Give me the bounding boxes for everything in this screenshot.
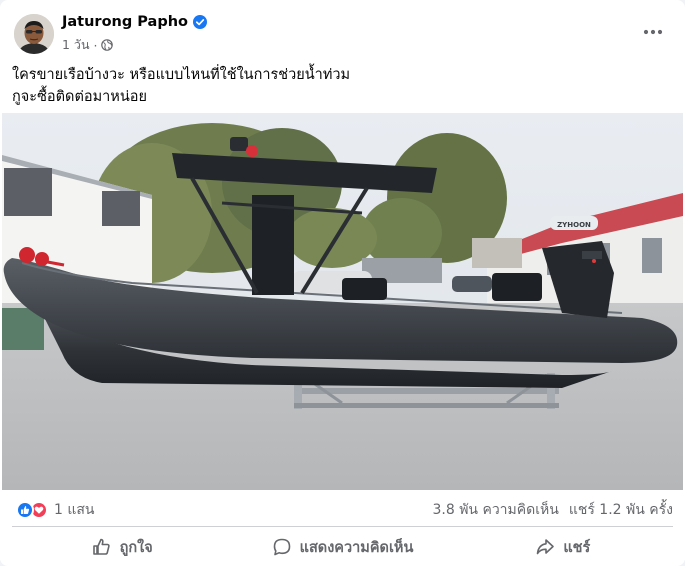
post-header: Jaturong Papho 1 วัน · xyxy=(12,12,673,56)
share-icon xyxy=(537,539,555,555)
meta-separator: · xyxy=(93,37,98,53)
post-text-line: กูจะซื้อติดต่อมาหน่อย xyxy=(12,89,147,105)
thumbs-up-icon xyxy=(92,538,110,555)
post-meta: 1 วัน · xyxy=(62,35,114,55)
post-actions: ถูกใจ แสดงความคิดเห็น แชร์ xyxy=(12,530,673,564)
reactions-summary[interactable]: 1 แสน xyxy=(16,499,95,521)
photo-watermark: ZYHOON xyxy=(557,221,591,229)
post-card: Jaturong Papho 1 วัน · ใครขายเรือบ้างวะ … xyxy=(0,0,685,566)
more-options-button[interactable] xyxy=(637,16,669,48)
comment-button-label: แสดงความคิดเห็น xyxy=(299,539,414,556)
author-name-text[interactable]: Jaturong Papho xyxy=(62,14,188,30)
share-button-label: แชร์ xyxy=(563,539,591,556)
post-text-line: ใครขายเรือบ้างวะ หรือแบบไหนที่ใช้ในการช่… xyxy=(12,67,351,83)
shares-count[interactable]: แชร์ 1.2 พัน ครั้ง xyxy=(569,499,673,521)
post-stats: 1 แสน 3.8 พัน ความคิดเห็น แชร์ 1.2 พัน ค… xyxy=(12,496,673,522)
comment-button[interactable]: แสดงความคิดเห็น xyxy=(232,530,452,564)
like-button-label: ถูกใจ xyxy=(119,539,153,556)
post-text: ใครขายเรือบ้างวะ หรือแบบไหนที่ใช้ในการช่… xyxy=(12,64,673,108)
engagement-counts: 3.8 พัน ความคิดเห็น แชร์ 1.2 พัน ครั้ง xyxy=(432,499,673,521)
divider xyxy=(12,526,673,527)
globe-icon xyxy=(101,39,114,51)
share-button[interactable]: แชร์ xyxy=(453,530,673,564)
verified-badge-icon xyxy=(192,15,207,29)
avatar[interactable] xyxy=(14,14,54,54)
comments-count[interactable]: 3.8 พัน ความคิดเห็น xyxy=(432,499,558,521)
post-photo[interactable]: ZYHOON xyxy=(2,113,683,490)
reactions-count[interactable]: 1 แสน xyxy=(54,499,95,521)
post-time[interactable]: 1 วัน xyxy=(62,35,90,55)
comment-icon xyxy=(273,538,290,556)
like-reaction-icon xyxy=(16,501,34,519)
author-name[interactable]: Jaturong Papho xyxy=(62,14,207,30)
like-button[interactable]: ถูกใจ xyxy=(12,530,232,564)
more-icon xyxy=(643,29,663,35)
